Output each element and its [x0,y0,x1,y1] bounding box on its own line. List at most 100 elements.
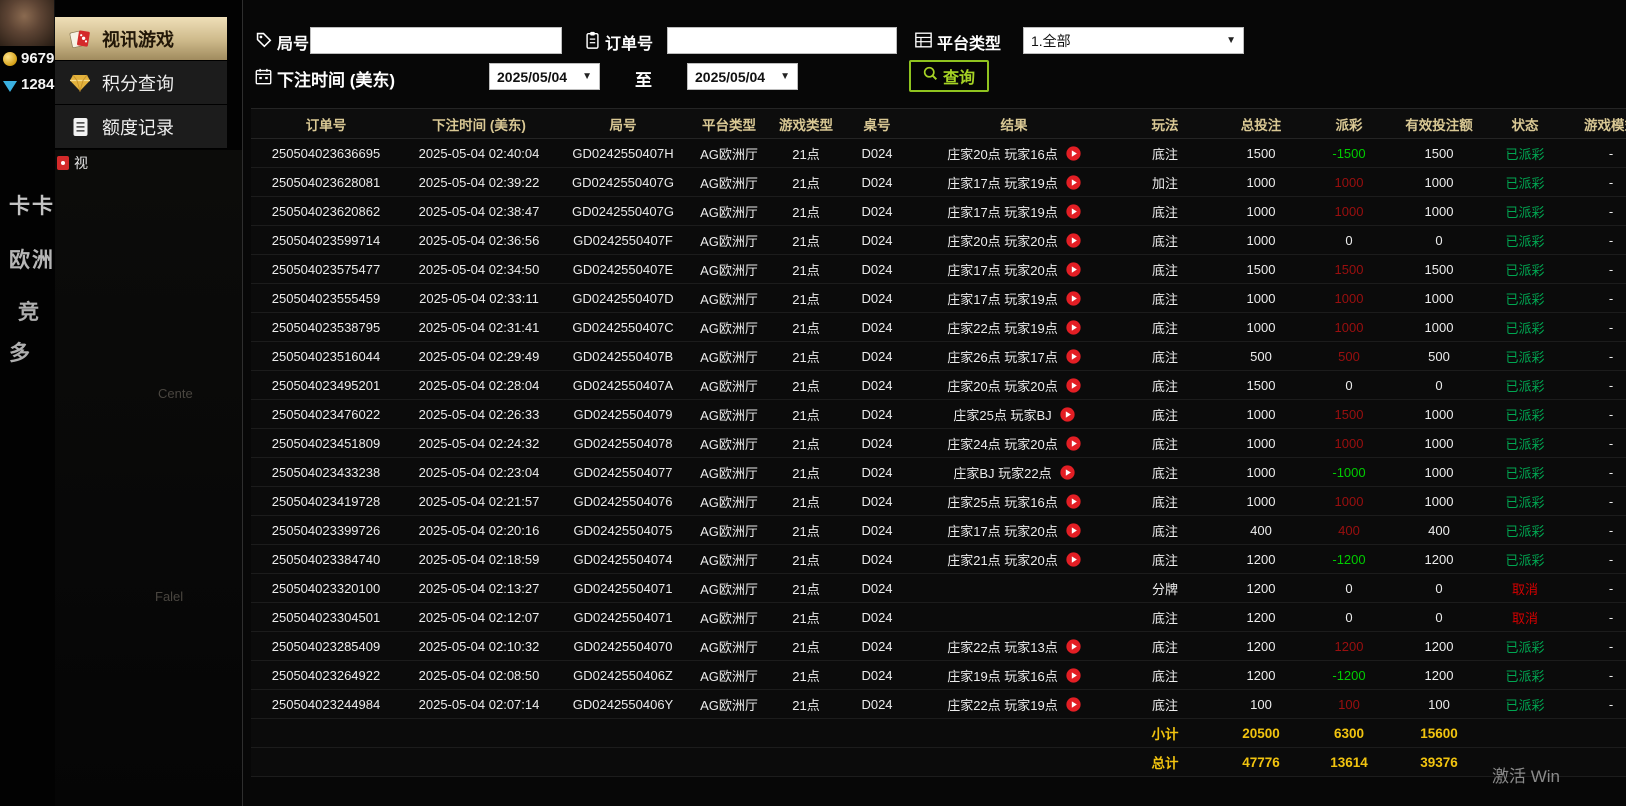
cell-game-type: 21点 [769,312,843,342]
replay-play-icon[interactable] [1066,174,1081,190]
cell-round-id: GD02425504078 [557,428,689,458]
cell-bet-time: 2025-05-04 02:08:50 [401,660,557,690]
cell-play-type: 底注 [1117,341,1213,371]
cell-game-mode: - [1561,689,1626,719]
cell-play-type: 加注 [1117,167,1213,197]
cell-play-type: 底注 [1117,689,1213,719]
order-number-input[interactable] [667,27,897,54]
table-header-row: 订单号 下注时间 (美东) 局号 平台类型 游戏类型 桌号 结果 玩法 总投注 … [251,108,1626,139]
sidebar-item-credit-records[interactable]: 额度记录 [55,105,227,149]
cell-valid-bet: 1200 [1389,544,1489,574]
cell-total-bet: 1200 [1213,544,1309,574]
cell-game-type: 21点 [769,283,843,313]
replay-play-icon[interactable] [1066,667,1081,683]
cell-valid-bet: 1500 [1389,138,1489,168]
replay-play-icon[interactable] [1066,522,1081,538]
replay-play-icon[interactable] [1066,551,1081,567]
cell-order-id: 250504023620862 [251,196,401,226]
result-text: 庄家22点 玩家19点 [947,697,1058,713]
cell-payout: -1500 [1309,138,1389,168]
lobby-label: 卡卡 [9,195,55,218]
round-number-input[interactable] [310,27,562,54]
replay-play-icon[interactable] [1060,406,1075,422]
replay-play-icon[interactable] [1066,377,1081,393]
cell-platform: AG欧洲厅 [689,457,769,487]
result-text: 庄家25点 玩家16点 [947,494,1058,510]
cell-status: 已派彩 [1489,515,1561,545]
platform-type-label: 平台类型 [915,30,1001,54]
replay-play-icon[interactable] [1066,203,1081,219]
replay-play-icon[interactable] [1066,493,1081,509]
cell-platform: AG欧洲厅 [689,341,769,371]
cell-platform: AG欧洲厅 [689,167,769,197]
replay-play-icon[interactable] [1066,145,1081,161]
table-row: 250504023433238 2025-05-04 02:23:04 GD0242… [251,457,1626,487]
sidebar-item-label: 额度记录 [102,117,174,138]
table-row: 250504023320100 2025-05-04 02:13:27 GD0242… [251,573,1626,603]
cell-game-type: 21点 [769,544,843,574]
cell-order-id: 250504023476022 [251,399,401,429]
cell-platform: AG欧洲厅 [689,573,769,603]
header-payout: 派彩 [1309,108,1389,139]
grid-icon [915,32,932,53]
cell-valid-bet: 400 [1389,515,1489,545]
tag-icon [255,31,272,53]
cell-bet-time: 2025-05-04 02:31:41 [401,312,557,342]
replay-play-icon[interactable] [1066,638,1081,654]
replay-play-icon[interactable] [1060,464,1075,480]
cell-order-id: 250504023636695 [251,138,401,168]
replay-play-icon[interactable] [1066,696,1081,712]
table-row: 250504023419728 2025-05-04 02:21:57 GD0242… [251,486,1626,516]
cell-platform: AG欧洲厅 [689,370,769,400]
coin-value: 9679 [21,50,55,67]
cell-valid-bet: 1200 [1389,631,1489,661]
cell-round-id: GD02425504070 [557,631,689,661]
cell-platform: AG欧洲厅 [689,602,769,632]
cell-result: 庄家17点 玩家19点 [911,196,1117,226]
header-valid-bet: 有效投注额 [1389,108,1489,139]
platform-type-select[interactable]: 1.全部 ▼ [1023,27,1244,54]
cell-order-id: 250504023285409 [251,631,401,661]
cell-total-bet: 1500 [1213,254,1309,284]
cell-round-id: GD0242550407C [557,312,689,342]
cell-platform: AG欧洲厅 [689,428,769,458]
cell-round-id: GD0242550407H [557,138,689,168]
cell-payout: 0 [1309,225,1389,255]
result-text: 庄家25点 玩家BJ [953,407,1052,423]
cell-game-mode: - [1561,225,1626,255]
table-body: 250504023636695 2025-05-04 02:40:04 GD0242… [251,138,1626,719]
cell-bet-time: 2025-05-04 02:24:32 [401,428,557,458]
replay-play-icon[interactable] [1066,290,1081,306]
date-from-select[interactable]: 2025/05/04 ▼ [489,63,600,90]
total-payout: 13614 [1309,747,1389,777]
cell-result: 庄家17点 玩家20点 [911,254,1117,284]
cell-status: 已派彩 [1489,254,1561,284]
replay-play-icon[interactable] [1066,319,1081,335]
sidebar-item-video-games[interactable]: 视讯游戏 [55,17,227,61]
cell-valid-bet: 1000 [1389,486,1489,516]
clipboard-icon [585,31,600,54]
cell-play-type: 底注 [1117,631,1213,661]
cell-table-no: D024 [843,660,911,690]
cell-game-mode: - [1561,138,1626,168]
cell-payout: 500 [1309,341,1389,371]
cell-round-id: GD0242550407E [557,254,689,284]
header-game-type: 游戏类型 [769,108,843,139]
cell-payout: 1000 [1309,428,1389,458]
replay-play-icon[interactable] [1066,348,1081,364]
replay-play-icon[interactable] [1066,261,1081,277]
cell-game-type: 21点 [769,254,843,284]
replay-play-icon[interactable] [1066,435,1081,451]
date-to-select[interactable]: 2025/05/04 ▼ [687,63,798,90]
cell-order-id: 250504023320100 [251,573,401,603]
table-row: 250504023599714 2025-05-04 02:36:56 GD0242… [251,225,1626,255]
cell-result: 庄家22点 玩家13点 [911,631,1117,661]
replay-play-icon[interactable] [1066,232,1081,248]
cell-play-type: 底注 [1117,399,1213,429]
cell-status: 已派彩 [1489,138,1561,168]
date-to-value: 2025/05/04 [695,68,766,85]
cell-valid-bet: 0 [1389,225,1489,255]
header-platform: 平台类型 [689,108,769,139]
search-button[interactable]: 查询 [909,60,989,92]
sidebar-item-points-query[interactable]: 积分查询 [55,61,227,105]
